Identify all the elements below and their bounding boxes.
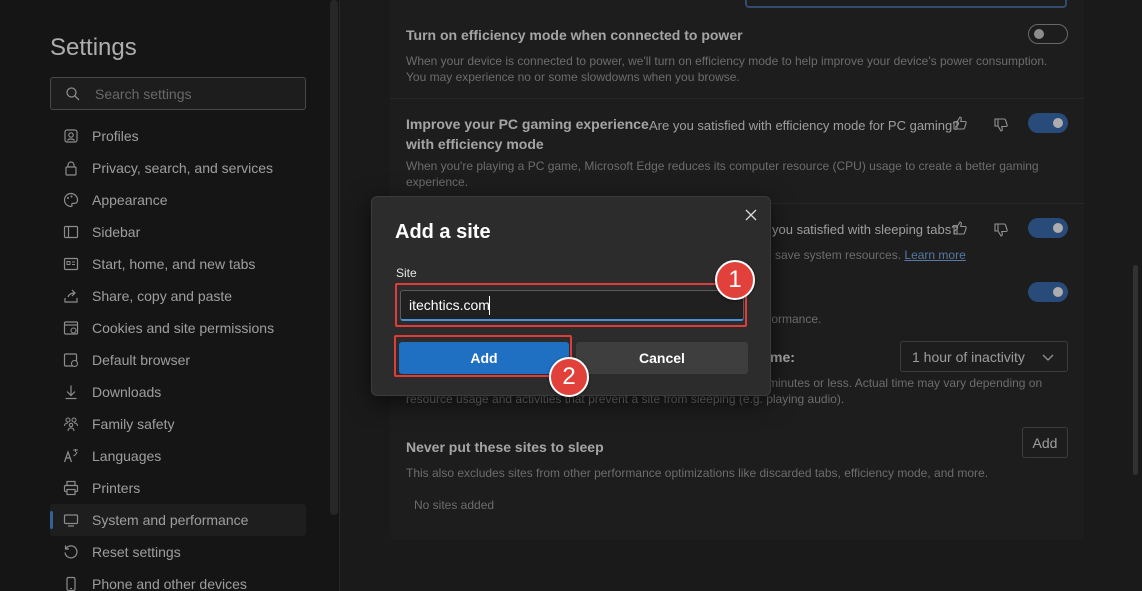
close-icon[interactable] <box>742 206 760 224</box>
step-badge-2: 2 <box>549 357 589 397</box>
dialog-title: Add a site <box>395 221 491 243</box>
highlight-box-site <box>395 283 747 327</box>
step-badge-1: 1 <box>715 260 755 300</box>
cancel-button[interactable]: Cancel <box>576 342 748 374</box>
highlight-box-add <box>394 335 572 377</box>
site-label: Site <box>396 266 417 280</box>
